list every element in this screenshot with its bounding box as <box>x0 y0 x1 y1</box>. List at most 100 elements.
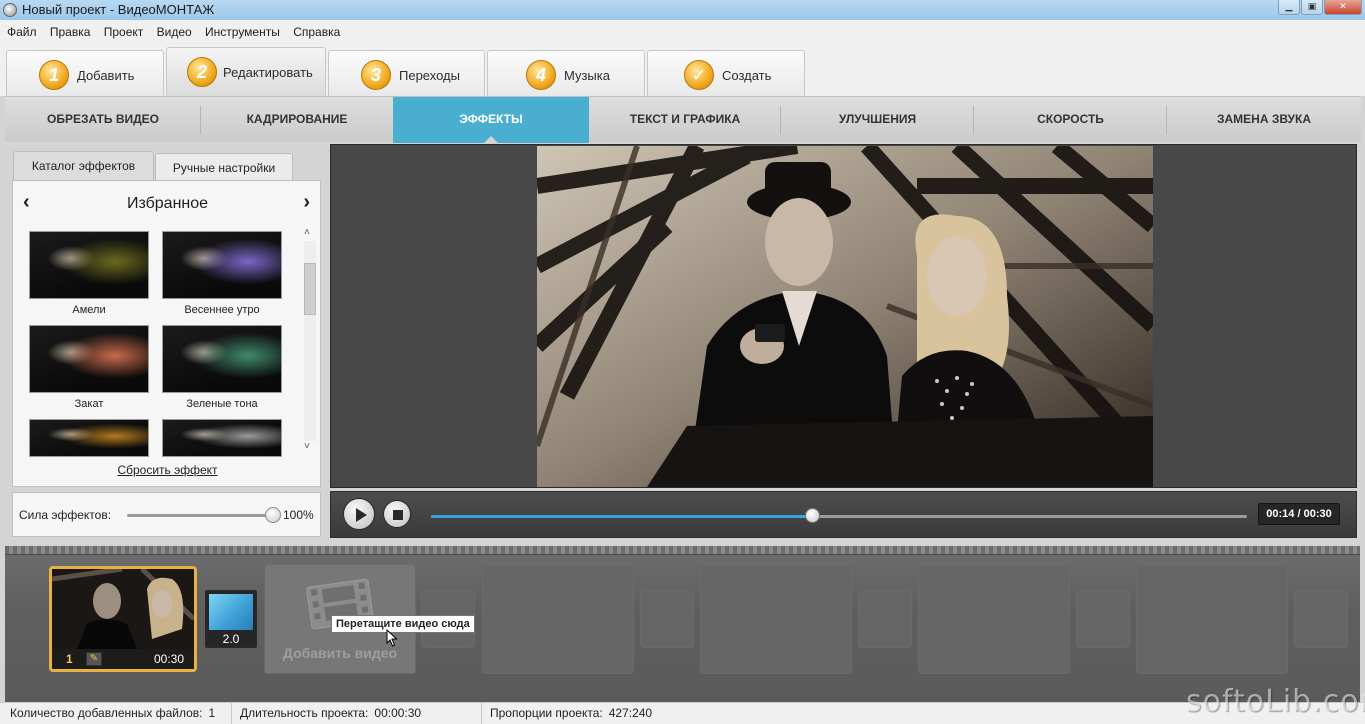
timeline: 1 ✎ 00:30 2.0 Добавить видео <box>5 546 1360 702</box>
step-label: Создать <box>722 68 772 83</box>
watermark: softoLib.com <box>1186 684 1365 719</box>
status-value: 427:240 <box>608 706 653 720</box>
tab-manual-settings[interactable]: Ручные настройки <box>155 153 293 183</box>
effect-label: Закат <box>74 398 104 410</box>
effect-thumbnail[interactable] <box>162 325 282 393</box>
pencil-icon[interactable]: ✎ <box>86 652 102 666</box>
playback-progress-fill <box>431 515 812 518</box>
status-label: Длительность проекта: <box>240 706 369 720</box>
effect-strength-panel: Сила эффектов: 100% <box>12 492 321 537</box>
play-button[interactable] <box>343 498 375 530</box>
clip-duration: 00:30 <box>153 652 184 666</box>
step-label: Добавить <box>77 68 135 83</box>
tab-speed[interactable]: СКОРОСТЬ <box>974 97 1167 143</box>
add-video-label: Добавить видео <box>282 645 398 661</box>
clip-slot[interactable] <box>700 564 852 674</box>
title-bar: Новый проект - ВидеоМОНТАЖ ▁ ▣ ✕ <box>0 0 1365 20</box>
tab-label: ЗАМЕНА ЗВУКА <box>1216 112 1312 126</box>
stop-button[interactable] <box>383 500 411 528</box>
menu-tools[interactable]: Инструменты <box>202 20 283 44</box>
minimize-button[interactable]: ▁ <box>1278 0 1300 15</box>
step-label: Редактировать <box>223 65 313 80</box>
transition-duration: 2.0 <box>222 632 240 646</box>
step-create[interactable]: ✓ Создать <box>647 50 805 96</box>
tab-trim-video[interactable]: ОБРЕЗАТЬ ВИДЕО <box>5 97 201 143</box>
scroll-down-icon[interactable]: ˅ <box>304 441 310 452</box>
effect-thumbnail[interactable] <box>162 231 282 299</box>
status-aspect-ratio: Пропорции проекта: 427:240 <box>482 703 662 724</box>
transition-slot[interactable] <box>1076 590 1130 648</box>
effects-catalog-panel: ‹ Избранное › Амели Весеннее утро Закат … <box>12 180 321 487</box>
clip-thumbnail <box>52 569 194 649</box>
status-label: Количество добавленных файлов: <box>10 706 203 720</box>
playback-progress-knob[interactable] <box>804 508 820 523</box>
transition-slot[interactable] <box>640 590 694 648</box>
strength-slider-knob[interactable] <box>265 507 281 523</box>
clip-slot[interactable] <box>918 564 1070 674</box>
step-number-icon: 3 <box>361 60 391 90</box>
tab-label: ОБРЕЗАТЬ ВИДЕО <box>46 112 160 126</box>
effects-scrollbar[interactable]: ˄ ˅ <box>302 227 317 457</box>
effect-label: Амели <box>72 304 106 316</box>
menu-bar: Файл Правка Проект Видео Инструменты Спр… <box>0 20 1365 44</box>
step-number-icon: 2 <box>187 57 217 87</box>
tab-effects[interactable]: ЭФФЕКТЫ <box>393 97 589 144</box>
timeline-clip[interactable]: 1 ✎ 00:30 <box>49 566 197 672</box>
maximize-button[interactable]: ▣ <box>1301 0 1323 15</box>
tab-enhancements[interactable]: УЛУЧШЕНИЯ <box>781 97 974 143</box>
menu-file[interactable]: Файл <box>4 20 40 44</box>
video-frame <box>537 146 1153 487</box>
tab-crop[interactable]: КАДРИРОВАНИЕ <box>201 97 393 143</box>
transition-slot[interactable] <box>858 590 912 648</box>
tab-label: ЭФФЕКТЫ <box>459 112 523 126</box>
edit-tab-bar: ОБРЕЗАТЬ ВИДЕО КАДРИРОВАНИЕ ЭФФЕКТЫ ТЕКС… <box>5 96 1361 144</box>
menu-video[interactable]: Видео <box>154 20 195 44</box>
tab-text-graphics[interactable]: ТЕКСТ И ГРАФИКА <box>589 97 781 143</box>
tab-label: СКОРОСТЬ <box>1037 112 1104 126</box>
tab-label: КАДРИРОВАНИЕ <box>246 112 348 126</box>
transition-thumbnail <box>209 594 253 630</box>
tab-label: ТЕКСТ И ГРАФИКА <box>629 112 741 126</box>
step-add[interactable]: 1 Добавить <box>6 50 164 96</box>
status-label: Пропорции проекта: <box>490 706 603 720</box>
video-frame-image <box>537 146 1153 487</box>
chevron-right-icon[interactable]: › <box>303 191 310 214</box>
effect-thumbnail[interactable] <box>29 231 149 299</box>
tab-effects-catalog[interactable]: Каталог эффектов <box>13 151 154 181</box>
playback-progress-track[interactable] <box>431 515 1247 518</box>
step-music[interactable]: 4 Музыка <box>487 50 645 96</box>
transition-slot[interactable] <box>1294 590 1348 648</box>
step-transitions[interactable]: 3 Переходы <box>328 50 485 96</box>
strength-label: Сила эффектов: <box>19 508 112 522</box>
step-label: Переходы <box>399 68 460 83</box>
tab-replace-audio[interactable]: ЗАМЕНА ЗВУКА <box>1167 97 1361 143</box>
effect-label: Зеленые тона <box>186 398 258 410</box>
effect-thumbnail[interactable] <box>162 419 282 457</box>
player-controls: 00:14 / 00:30 <box>330 491 1357 538</box>
menu-help[interactable]: Справка <box>290 20 343 44</box>
scroll-up-icon[interactable]: ˄ <box>304 227 310 238</box>
reset-effect-link[interactable]: Сбросить эффект <box>13 463 322 477</box>
clip-slot[interactable] <box>1136 564 1288 674</box>
effect-thumbnail[interactable] <box>29 419 149 457</box>
film-perforation <box>5 546 1360 555</box>
transition-tile[interactable]: 2.0 <box>205 590 257 648</box>
checkmark-icon: ✓ <box>684 60 714 90</box>
category-title: Избранное <box>126 195 209 212</box>
strength-slider-track[interactable] <box>127 514 273 517</box>
step-edit[interactable]: 2 Редактировать <box>166 47 326 96</box>
app-icon <box>3 3 17 17</box>
effect-label: Весеннее утро <box>184 304 260 316</box>
menu-edit[interactable]: Правка <box>47 20 94 44</box>
close-button[interactable]: ✕ <box>1324 0 1362 15</box>
scroll-thumb[interactable] <box>304 263 316 315</box>
clip-slot[interactable] <box>482 564 634 674</box>
status-project-duration: Длительность проекта: 00:00:30 <box>232 703 482 724</box>
menu-project[interactable]: Проект <box>101 20 147 44</box>
step-number-icon: 1 <box>39 60 69 90</box>
effect-thumbnail[interactable] <box>29 325 149 393</box>
play-icon <box>356 508 367 522</box>
strength-value: 100% <box>283 508 314 522</box>
drop-tooltip: Перетащите видео сюда <box>331 615 475 633</box>
status-file-count: Количество добавленных файлов: 1 <box>0 703 232 724</box>
